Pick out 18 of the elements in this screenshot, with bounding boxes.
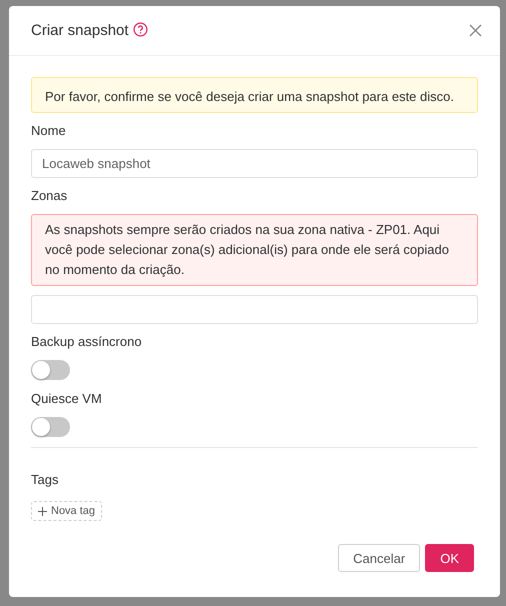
dialog-title: Criar snapshot <box>31 22 129 39</box>
notice-message: Por favor, confirme se você deseja criar uma snapshot para este disco. <box>31 77 478 113</box>
close-icon[interactable] <box>469 24 482 37</box>
help-icon[interactable] <box>132 22 148 37</box>
field-label: Nome <box>31 122 67 140</box>
field-label: Backup assíncrono <box>31 333 143 351</box>
toggle-switch[interactable] <box>31 360 70 380</box>
ok-button[interactable]: OK <box>425 544 474 572</box>
field-label: Quiesce VM <box>31 390 103 408</box>
zone-select[interactable] <box>31 295 478 324</box>
name-input[interactable]: Locaweb snapshot <box>31 149 478 178</box>
field-label: Zonas <box>31 187 68 205</box>
new-tag-button[interactable]: Nova tag <box>31 501 102 521</box>
tags-label: Tags <box>31 471 60 489</box>
plus-icon <box>38 506 47 516</box>
cancel-button[interactable]: Cancelar <box>338 544 420 572</box>
zone-warning: As snapshots sempre serão criados na sua zona nativa - ZP01. Aqui você pode selecionar zona(s) adicional(is) para onde ele será copiado no momento da criação. <box>31 214 478 286</box>
toggle-switch[interactable] <box>31 417 70 437</box>
